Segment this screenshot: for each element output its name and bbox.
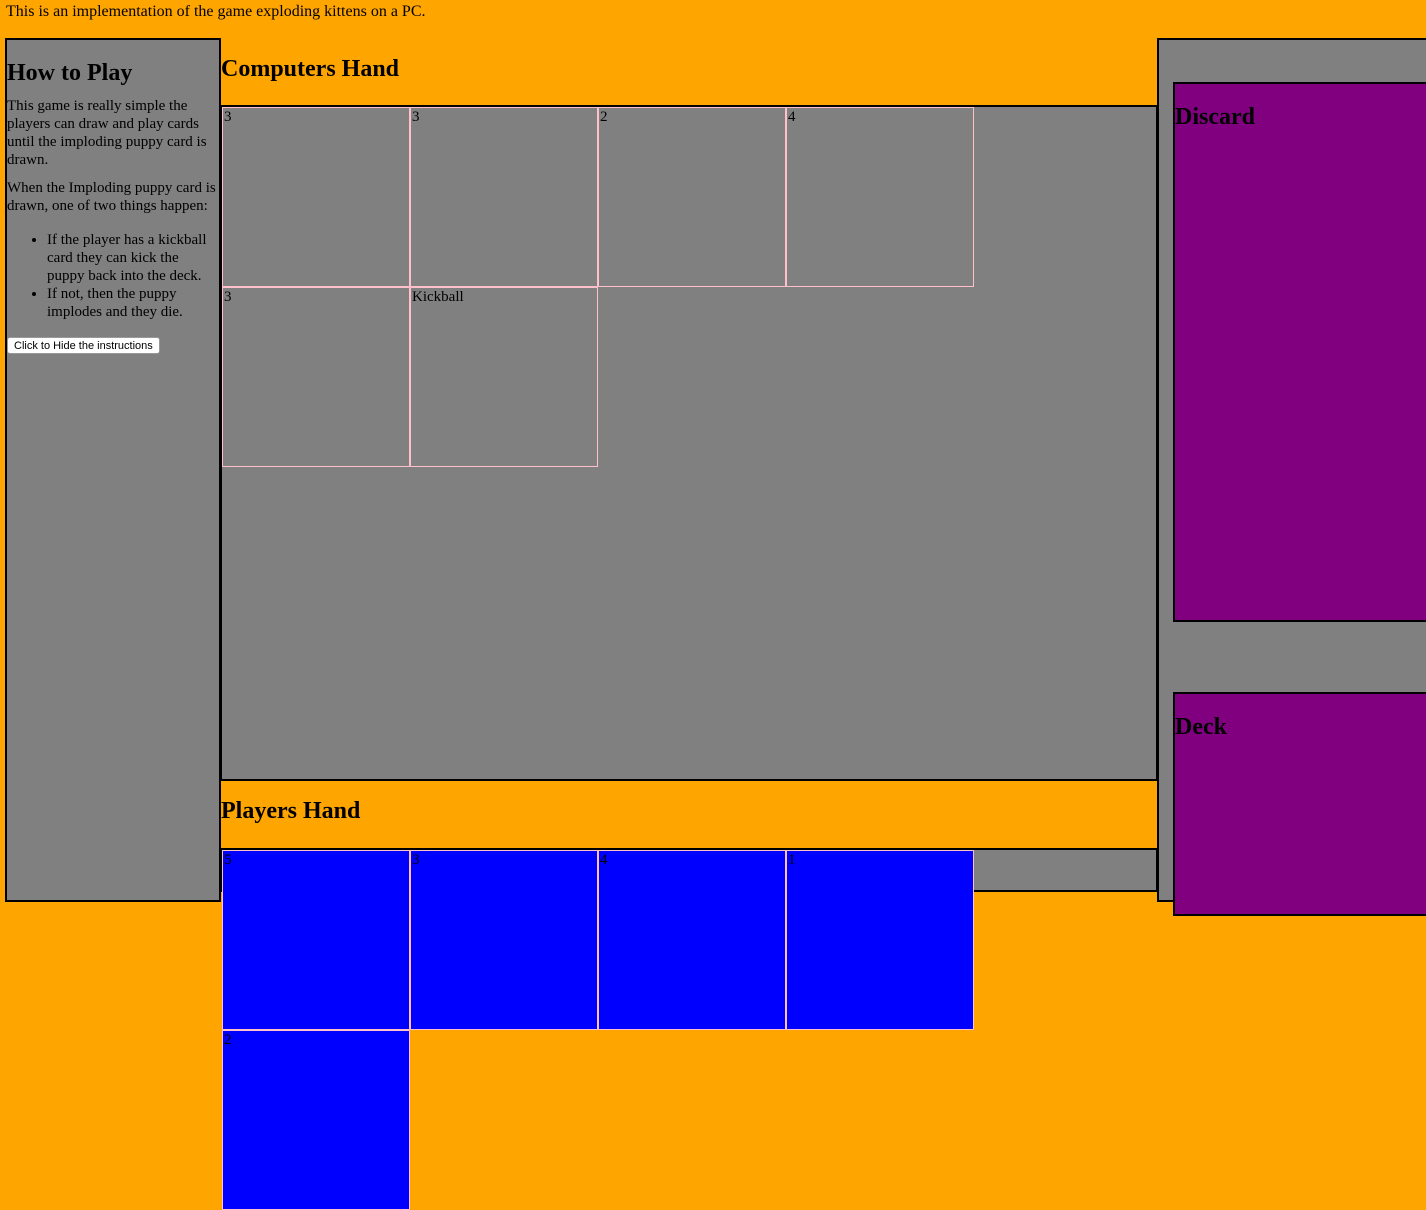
how-to-play-paragraph-2: When the Imploding puppy card is drawn, … xyxy=(7,180,216,214)
how-to-play-panel: How to Play This game is really simple t… xyxy=(5,38,221,902)
computer-card: 3 xyxy=(222,107,410,287)
player-card[interactable]: 5 xyxy=(222,850,410,1030)
player-card[interactable]: 1 xyxy=(786,850,974,1030)
computer-card: Kickball xyxy=(410,287,598,467)
how-to-play-paragraph-1: This game is really simple the players c… xyxy=(7,98,207,168)
computer-card: 2 xyxy=(598,107,786,287)
computers-hand-title: Computers Hand xyxy=(221,56,1157,83)
how-to-play-title: How to Play xyxy=(7,60,133,86)
deck-pile[interactable]: Deck xyxy=(1173,692,1426,916)
hide-instructions-button[interactable]: Click to Hide the instructions xyxy=(7,337,160,354)
discard-pile[interactable]: Discard xyxy=(1173,82,1426,622)
computer-card: 3 xyxy=(410,107,598,287)
deck-title: Deck xyxy=(1175,714,1227,740)
computer-card: 3 xyxy=(222,287,410,467)
computers-hand: 3 3 2 4 3 Kickball xyxy=(220,105,1158,781)
player-card[interactable]: 2 xyxy=(222,1030,410,1210)
rule-item: If not, then the puppy implodes and they… xyxy=(47,285,219,321)
rules-list: If the player has a kickball card they c… xyxy=(7,231,219,321)
player-card[interactable]: 4 xyxy=(598,850,786,1030)
discard-title: Discard xyxy=(1175,104,1255,130)
rule-item: If the player has a kickball card they c… xyxy=(47,231,219,285)
piles-panel: Discard Deck xyxy=(1157,38,1426,916)
intro-text: This is an implementation of the game ex… xyxy=(6,3,426,20)
computer-card: 4 xyxy=(786,107,974,287)
players-hand-title: Players Hand xyxy=(221,798,1157,825)
player-card[interactable]: 3 xyxy=(410,850,598,1030)
players-hand: 5 3 4 1 2 xyxy=(220,848,1158,1210)
